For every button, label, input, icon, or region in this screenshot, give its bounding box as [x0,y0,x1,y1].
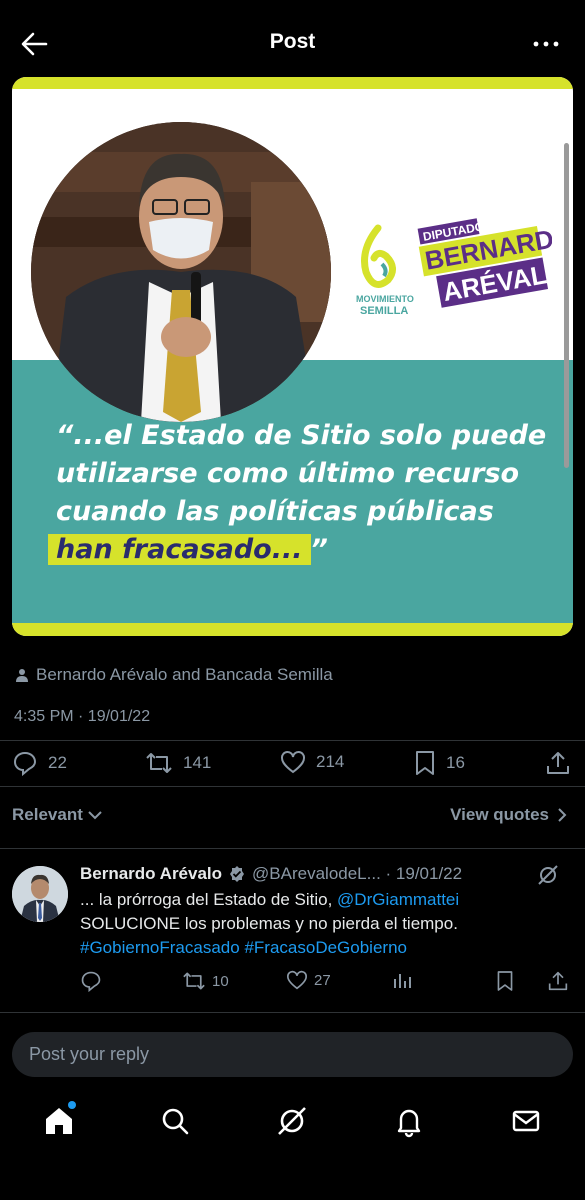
divider [0,1012,585,1013]
reply-count: 22 [48,753,67,772]
reply-header: Bernardo Arévalo @BArevalodeL... · 19/01… [80,864,462,884]
reposted-by-text: Bernardo Arévalo and Bancada Semilla [36,665,333,684]
bookmark-icon [497,971,513,991]
quote-last-line: han fracasado...” [48,531,556,569]
notification-dot [68,1101,76,1109]
mention-link[interactable]: @DrGiammattei [337,890,459,909]
share-icon [548,971,568,991]
home-icon [46,1108,72,1134]
reply-handle-date: @BArevalodeL... · 19/01/22 [252,864,463,883]
repost-count: 141 [183,753,212,772]
reply-text-part: SOLUCIONE los problemas y no pierda el t… [80,914,458,933]
bell-icon [397,1109,421,1138]
reply-views-button[interactable] [392,970,412,990]
post-timestamp[interactable]: 4:35 PM · 19/01/22 [14,708,150,726]
heart-icon [287,970,307,990]
quote-line: utilizarse como último recurso [56,458,520,489]
reply-like-count: 27 [314,971,331,989]
bookmark-count: 16 [446,753,465,772]
grok-icon [278,1107,306,1135]
avatar[interactable] [12,866,68,922]
divider [0,786,585,787]
verified-badge-icon [228,865,246,883]
image-scrollbar [564,143,569,468]
sort-label: Relevant [12,805,83,824]
image-top-stripe [12,77,573,89]
chevron-right-icon [557,807,567,823]
mail-icon [512,1110,540,1132]
grok-icon[interactable] [537,864,559,886]
post-actions: 22 141 214 16 [0,740,585,786]
quote-line: “...el Estado de Sitio solo puede [56,420,547,451]
reply-repost-button[interactable]: 10 [182,970,229,992]
speaker-photo [31,122,331,422]
analytics-icon [394,974,411,988]
messages-tab[interactable] [509,1104,543,1138]
share-icon [546,750,570,776]
repost-button[interactable]: 141 [145,750,211,776]
search-tab[interactable] [158,1104,192,1138]
movimiento-semilla-logo: MOVIMIENTO SEMILLA DIPUTADO BERNARDO ARÉ… [352,210,552,320]
reply-bookmark-button[interactable] [496,970,514,992]
image-quote: “...el Estado de Sitio solo puede utiliz… [48,417,556,569]
logo-org-line2: SEMILLA [360,305,408,317]
share-button[interactable] [546,750,570,776]
top-bar: Post [0,0,585,86]
chevron-down-icon [87,807,103,823]
view-quotes-link[interactable]: View quotes [450,805,567,825]
reply-post[interactable]: Bernardo Arévalo @BArevalodeL... · 19/01… [0,850,585,1010]
reply-actions: 10 27 [80,968,570,996]
reply-reply-button[interactable] [80,970,102,992]
reply-input-placeholder: Post your reply [29,1044,150,1064]
page-title: Post [269,30,316,53]
notifications-tab[interactable] [392,1104,426,1138]
person-icon [16,668,28,682]
reply-repost-count: 10 [212,972,229,990]
bottom-nav [0,1088,585,1200]
like-button[interactable]: 214 [280,750,344,774]
reply-button[interactable]: 22 [12,750,67,776]
reply-author-name[interactable]: Bernardo Arévalo [80,864,222,884]
bookmark-icon [414,750,436,776]
heart-icon [280,750,306,774]
image-bottom-stripe [12,623,573,636]
reply-text-part: ... la prórroga del Estado de Sitio, [80,890,338,909]
search-icon [162,1108,189,1135]
quote-highlight: han fracasado... [48,534,311,565]
repost-icon [183,972,205,990]
grok-tab[interactable] [275,1104,309,1138]
reposted-by[interactable]: Bernardo Arévalo and Bancada Semilla [16,665,333,685]
hashtag-link[interactable]: #FracasoDeGobierno [244,938,407,957]
divider [0,848,585,849]
repost-icon [145,750,173,776]
like-count: 214 [316,752,345,771]
logo-org-line1: MOVIMIENTO [356,294,414,304]
more-options-icon[interactable] [531,30,561,58]
reply-icon [81,971,101,992]
reply-like-button[interactable]: 27 [286,970,331,990]
quote-line: cuando las políticas públicas [56,496,494,527]
quote-close-mark: ” [310,534,328,565]
home-tab[interactable] [42,1101,76,1138]
bookmark-button[interactable]: 16 [414,750,465,776]
reply-share-button[interactable] [548,970,568,992]
reply-text: ... la prórroga del Estado de Sitio, @Dr… [80,888,570,960]
hashtag-link[interactable]: #GobiernoFracasado [80,938,240,957]
reply-icon [12,750,38,776]
reply-composer[interactable]: Post your reply [12,1032,573,1077]
view-quotes-label: View quotes [450,805,549,824]
sort-relevant-dropdown[interactable]: Relevant [12,805,103,825]
post-image[interactable]: MOVIMIENTO SEMILLA DIPUTADO BERNARDO ARÉ… [12,77,573,636]
